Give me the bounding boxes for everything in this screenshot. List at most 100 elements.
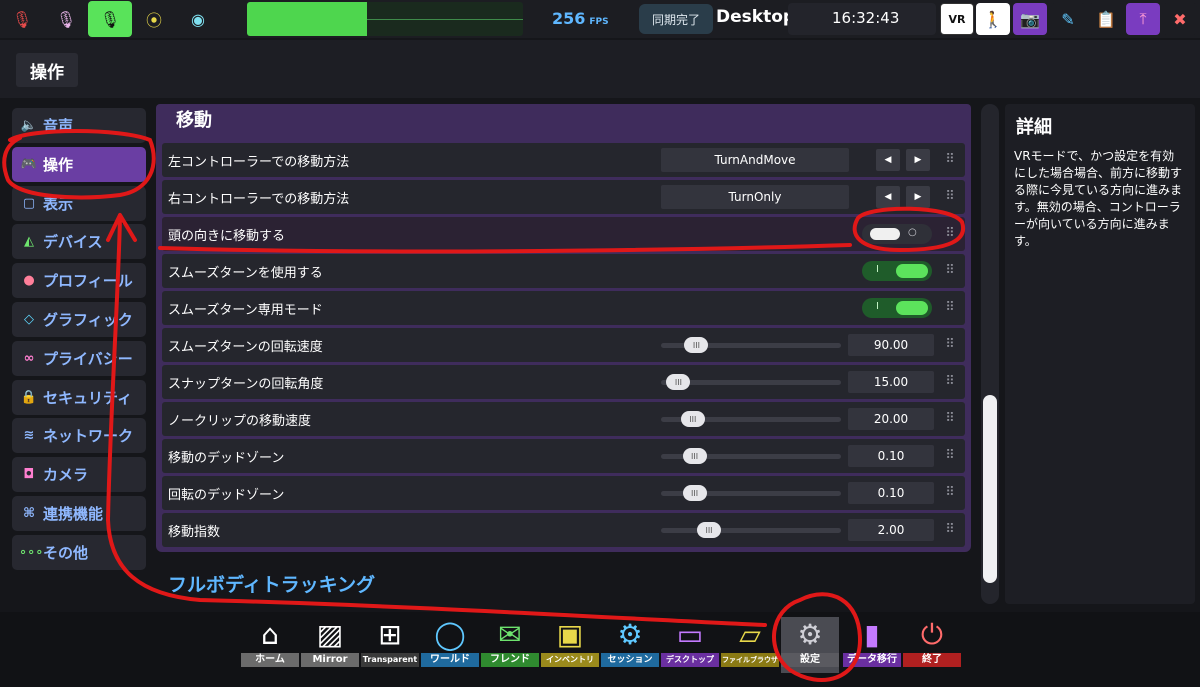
home-icon: ⌂ (261, 618, 279, 651)
slider-thumb[interactable]: III (684, 337, 709, 353)
lock-icon: 🔒 (20, 389, 38, 405)
sidebar-item-graphics[interactable]: ◇ グラフィック (12, 301, 146, 337)
dock-settings-button[interactable]: ⚙ 設定 (781, 617, 839, 673)
value-field[interactable]: 0.10 (848, 445, 934, 467)
dock-friends-button[interactable]: ✉ フレンド (481, 617, 539, 673)
value-field[interactable]: 20.00 (848, 408, 934, 430)
value-field[interactable]: 2.00 (848, 519, 934, 541)
dock-session-button[interactable]: ⚙ セッション (601, 617, 659, 673)
sync-status-badge: 同期完了 (639, 4, 713, 34)
value-field[interactable]: 15.00 (848, 371, 934, 393)
value-field[interactable]: 0.10 (848, 482, 934, 504)
drag-handle-icon[interactable]: ⠿ (945, 522, 955, 538)
gamepad-icon: 🎮 (20, 156, 38, 172)
slider-thumb[interactable]: III (682, 448, 707, 464)
drag-handle-icon[interactable]: ⠿ (945, 448, 955, 464)
sidebar-item-privacy[interactable]: ∞ プライバシー (12, 340, 146, 376)
dock-desktop-button[interactable]: ▭ デスクトップ (661, 617, 719, 673)
setting-row-smooth-turn: スムーズターンを使用する I ⠿ (162, 254, 965, 288)
smooth-turn-toggle[interactable]: I (862, 261, 932, 281)
mail-icon: ✉ (498, 618, 522, 651)
dock-inventory-button[interactable]: ▣ インベントリ (541, 617, 599, 673)
sidebar-item-camera[interactable]: ◘ カメラ (12, 457, 146, 493)
scrollbar-thumb[interactable] (983, 395, 997, 583)
fps-graph (247, 2, 523, 36)
mic-icon[interactable]: 🎙 (44, 1, 88, 37)
setting-row-smooth-turn-only: スムーズターン専用モード I ⠿ (162, 291, 965, 325)
dock-exit-button[interactable]: ⏻ 終了 (903, 617, 961, 673)
value-field[interactable]: 90.00 (848, 334, 934, 356)
power-icon: ⏻ (920, 618, 944, 651)
sidebar-item-display[interactable]: ▢ 表示 (12, 185, 146, 221)
broadcast-icon[interactable]: ⦿ (132, 1, 176, 37)
mic-muted-icon[interactable]: 🎙 (0, 1, 44, 37)
slider-thumb[interactable]: III (666, 374, 691, 390)
diamond-icon: ◇ (24, 311, 34, 327)
settings-sidebar: 🔈 音声 🎮 操作 ▢ 表示 ◭ デバイス ● プロフィール ◇ グラフィック ∞ プライバシ… (12, 108, 146, 574)
dock-file-browser-button[interactable]: ▱ ファイルブラウザ (721, 617, 779, 673)
sidebar-item-audio[interactable]: 🔈 音声 (12, 108, 146, 143)
pen-tool-icon[interactable]: ✎ (1051, 3, 1085, 35)
drag-handle-icon[interactable]: ⠿ (945, 189, 955, 205)
slider-thumb[interactable]: III (682, 485, 707, 501)
setting-row-smooth-turn-speed: スムーズターンの回転速度 III 90.00 ⠿ (162, 328, 965, 362)
dock-home-button[interactable]: ⌂ ホーム (241, 617, 299, 673)
slider-thumb[interactable]: III (697, 522, 721, 538)
dock-world-button[interactable]: ◯ ワールド (421, 617, 479, 673)
walk-icon[interactable]: 🚶 (976, 3, 1010, 35)
dock-data-migration-button[interactable]: ▮ データ移行 (843, 617, 901, 673)
setting-row-snap-turn-angle: スナップターンの回転角度 III 15.00 ⠿ (162, 365, 965, 399)
ear-icon[interactable]: ◉ (176, 1, 220, 37)
drag-handle-icon[interactable]: ⠿ (945, 374, 955, 390)
sidebar-item-integrations[interactable]: ⌘ 連携機能 (12, 495, 146, 531)
clipboard-icon[interactable]: 📋 (1089, 3, 1123, 35)
sidebar-item-devices[interactable]: ◭ デバイス (12, 224, 146, 260)
display-icon: ▢ (22, 195, 36, 211)
device-icon: ◭ (24, 234, 34, 250)
enum-value: TurnAndMove (661, 148, 849, 172)
dock-mirror-button[interactable]: ▨ Mirror (301, 617, 359, 673)
setting-row-move-exponent: 移動指数 III 2.00 ⠿ (162, 513, 965, 547)
smooth-turn-only-toggle[interactable]: I (862, 298, 932, 318)
respawn-icon[interactable]: ⤒ (1126, 3, 1160, 35)
plus-square-icon: ⊞ (378, 618, 402, 651)
page-header (0, 40, 1200, 98)
drag-handle-icon[interactable]: ⠿ (945, 485, 955, 501)
details-description: VRモードで、かつ設定を有効にした場合場合、前方に移動する際に今見ている方向に進… (1014, 149, 1183, 248)
slider-track[interactable] (661, 528, 841, 533)
section-title: 移動 (176, 110, 212, 131)
drag-handle-icon[interactable]: ⠿ (945, 152, 955, 168)
sidebar-item-security[interactable]: 🔒 セキュリティ (12, 379, 146, 415)
head-direction-toggle[interactable]: ○ (862, 224, 932, 244)
camera-tool-icon[interactable]: 📷 (1013, 3, 1047, 35)
next-option-button[interactable]: ▶ (906, 149, 930, 171)
settings-main: 移動 左コントローラーでの移動方法 TurnAndMove ◀ ▶ ⠿ 右コント… (156, 104, 971, 604)
world-icon: ◯ (434, 618, 466, 651)
dock-transparent-button[interactable]: ⊞ Transparent (361, 617, 419, 673)
prev-option-button[interactable]: ◀ (876, 186, 900, 208)
drag-handle-icon[interactable]: ⠿ (945, 411, 955, 427)
backpack-icon: ▣ (556, 618, 584, 651)
vr-toggle-button[interactable]: VR (940, 3, 974, 35)
settings-icon: ⚙ (797, 618, 823, 651)
drag-handle-icon[interactable]: ⠿ (945, 337, 955, 353)
slider-thumb[interactable]: III (680, 411, 705, 427)
sidebar-item-controls[interactable]: 🎮 操作 (12, 146, 146, 182)
drag-handle-icon[interactable]: ⠿ (945, 300, 955, 316)
settings-list: 左コントローラーでの移動方法 TurnAndMove ◀ ▶ ⠿ 右コントローラ… (156, 136, 971, 552)
sidebar-item-network[interactable]: ≋ ネットワーク (12, 418, 146, 454)
voice-active-icon[interactable]: 🎙 (88, 1, 132, 37)
wifi-icon: ≋ (23, 428, 35, 444)
sidebar-item-profile[interactable]: ● プロフィール (12, 263, 146, 299)
link-icon: ⌘ (22, 505, 36, 521)
drag-handle-icon[interactable]: ⠿ (945, 226, 955, 242)
battery-icon: ▮ (864, 618, 880, 651)
setting-row-left-move-method: 左コントローラーでの移動方法 TurnAndMove ◀ ▶ ⠿ (162, 143, 965, 177)
camera-icon: ◘ (23, 467, 35, 483)
close-tool-icon[interactable]: ✖ (1163, 3, 1197, 35)
next-option-button[interactable]: ▶ (906, 186, 930, 208)
sidebar-item-other[interactable]: ∘∘∘ その他 (12, 534, 146, 570)
fps-counter: 256 FPS (552, 9, 609, 28)
drag-handle-icon[interactable]: ⠿ (945, 263, 955, 279)
prev-option-button[interactable]: ◀ (876, 149, 900, 171)
